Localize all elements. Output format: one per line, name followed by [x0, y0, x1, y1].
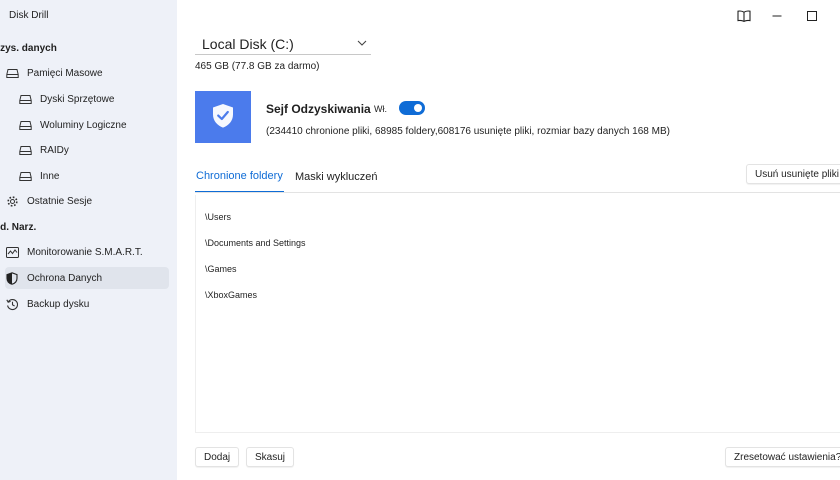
sidebar-item-label: Ostatnie Sesje	[27, 195, 93, 207]
disk-select-value: Local Disk (C:)	[202, 35, 294, 52]
section-tools: od. Narz.	[0, 222, 37, 233]
disk-select[interactable]: Local Disk (C:)	[195, 33, 371, 55]
vault-toggle-label: Wł.	[374, 104, 387, 114]
minimize-icon[interactable]	[767, 6, 787, 26]
drive-icon	[18, 143, 32, 157]
sidebar-item-mass-storage[interactable]: Pamięci Masowe	[5, 62, 169, 84]
sidebar-item-label: RAIDy	[40, 144, 69, 156]
add-button[interactable]: Dodaj	[195, 447, 240, 467]
tab-exclusion-masks[interactable]: Maski wykluczeń	[294, 160, 379, 193]
sidebar-item-label: Backup dysku	[27, 298, 90, 310]
sidebar-item-other[interactable]: Inne	[18, 165, 169, 187]
chevron-down-icon	[357, 38, 367, 49]
sidebar-item-data-protection[interactable]: Ochrona Danych	[5, 267, 169, 289]
maximize-icon[interactable]	[802, 6, 822, 26]
vault-logo	[195, 91, 251, 143]
shield-check-icon	[212, 103, 234, 132]
reset-settings-button[interactable]: Zresetować ustawienia?	[725, 447, 840, 467]
vault-stats: (234410 chronione pliki, 68985 foldery,6…	[266, 126, 670, 137]
history-icon	[5, 297, 19, 311]
disk-size-info: 465 GB (77.8 GB za darmo)	[195, 61, 320, 72]
tab-divider	[195, 192, 840, 193]
sidebar-item-label: Inne	[40, 170, 60, 182]
list-item[interactable]: \XboxGames	[205, 290, 257, 300]
protected-folders-list: \Users \Documents and Settings \Games \X…	[195, 195, 840, 433]
sidebar-item-label: Pamięci Masowe	[27, 67, 103, 79]
shield-icon	[5, 271, 19, 285]
delete-button[interactable]: Skasuj	[246, 447, 295, 467]
sidebar-item-label: Dyski Sprzętowe	[40, 93, 115, 105]
vault-title: Sejf Odzyskiwania	[266, 102, 371, 116]
list-item[interactable]: \Documents and Settings	[205, 238, 306, 248]
sidebar-item-disk-backup[interactable]: Backup dysku	[5, 293, 169, 315]
list-item[interactable]: \Users	[205, 212, 231, 222]
sidebar-item-label: Ochrona Danych	[27, 272, 103, 284]
sidebar-item-recent-sessions[interactable]: Ostatnie Sesje	[5, 190, 169, 212]
list-item[interactable]: \Games	[205, 264, 237, 274]
remove-deleted-files-button[interactable]: Usuń usunięte pliki	[746, 164, 840, 184]
sidebar-item-smart-monitoring[interactable]: Monitorowanie S.M.A.R.T.	[5, 241, 169, 263]
sidebar-item-label: Monitorowanie S.M.A.R.T.	[27, 246, 143, 258]
section-data-recovery: dzys. danych	[0, 43, 57, 54]
drive-icon	[5, 66, 19, 80]
drive-icon	[18, 118, 32, 132]
sidebar: Disk Drill dzys. danych Pamięci Masowe D…	[0, 0, 177, 480]
drive-icon	[18, 169, 32, 183]
app-title: Disk Drill	[9, 10, 49, 21]
vault-toggle[interactable]	[399, 101, 425, 115]
monitor-chart-icon	[5, 245, 19, 259]
toggle-knob	[414, 104, 422, 112]
sidebar-item-hardware-disks[interactable]: Dyski Sprzętowe	[18, 88, 169, 110]
drive-icon	[18, 92, 32, 106]
gear-icon	[5, 194, 19, 208]
sidebar-item-logical-volumes[interactable]: Woluminy Logiczne	[18, 114, 169, 136]
tab-protected-folders[interactable]: Chronione foldery	[195, 160, 284, 193]
sidebar-item-raids[interactable]: RAIDy	[18, 139, 169, 161]
sidebar-item-label: Woluminy Logiczne	[40, 119, 127, 131]
book-icon[interactable]	[734, 6, 754, 26]
